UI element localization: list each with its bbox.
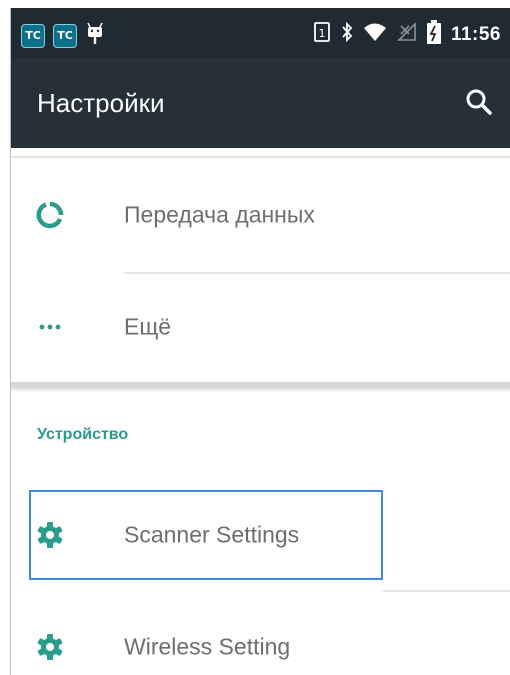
sim-icon: 1	[313, 21, 331, 48]
more-icon	[35, 312, 65, 342]
wifi-icon	[363, 22, 387, 47]
list-item-wireless-setting[interactable]: Wireless Setting	[11, 592, 510, 675]
svg-text:1: 1	[318, 27, 325, 40]
phone-screen: TC TC 1 11:56 Настройки Передача данных …	[10, 8, 510, 675]
status-bar: TC TC 1 11:56	[11, 8, 510, 58]
status-bar-right: 1 11:56	[313, 20, 501, 49]
android-debug-icon	[85, 21, 105, 50]
section-header: Устройство	[37, 426, 129, 443]
data-usage-icon	[35, 200, 65, 230]
search-button[interactable]	[461, 84, 497, 120]
battery-icon	[426, 20, 441, 49]
status-bar-left: TC TC	[21, 21, 105, 50]
page-title: Настройки	[37, 88, 165, 118]
bluetooth-icon	[341, 21, 353, 48]
list-item-data-usage[interactable]: Передача данных	[11, 160, 510, 270]
gear-icon	[35, 632, 65, 662]
no-signal-icon	[397, 22, 417, 47]
tc-app-icon: TC	[53, 23, 77, 48]
app-bar: Настройки	[11, 58, 510, 148]
list-item-more[interactable]: Ещё	[11, 272, 510, 382]
status-time: 11:56	[450, 23, 501, 45]
tc-app-icon: TC	[21, 23, 45, 48]
divider	[11, 156, 510, 158]
list-item-label: Ещё	[124, 313, 172, 340]
list-item-label: Передача данных	[124, 201, 315, 228]
selection-highlight	[29, 490, 383, 580]
section-divider	[11, 382, 510, 388]
search-icon	[461, 89, 497, 124]
list-item-label: Wireless Setting	[124, 633, 291, 660]
